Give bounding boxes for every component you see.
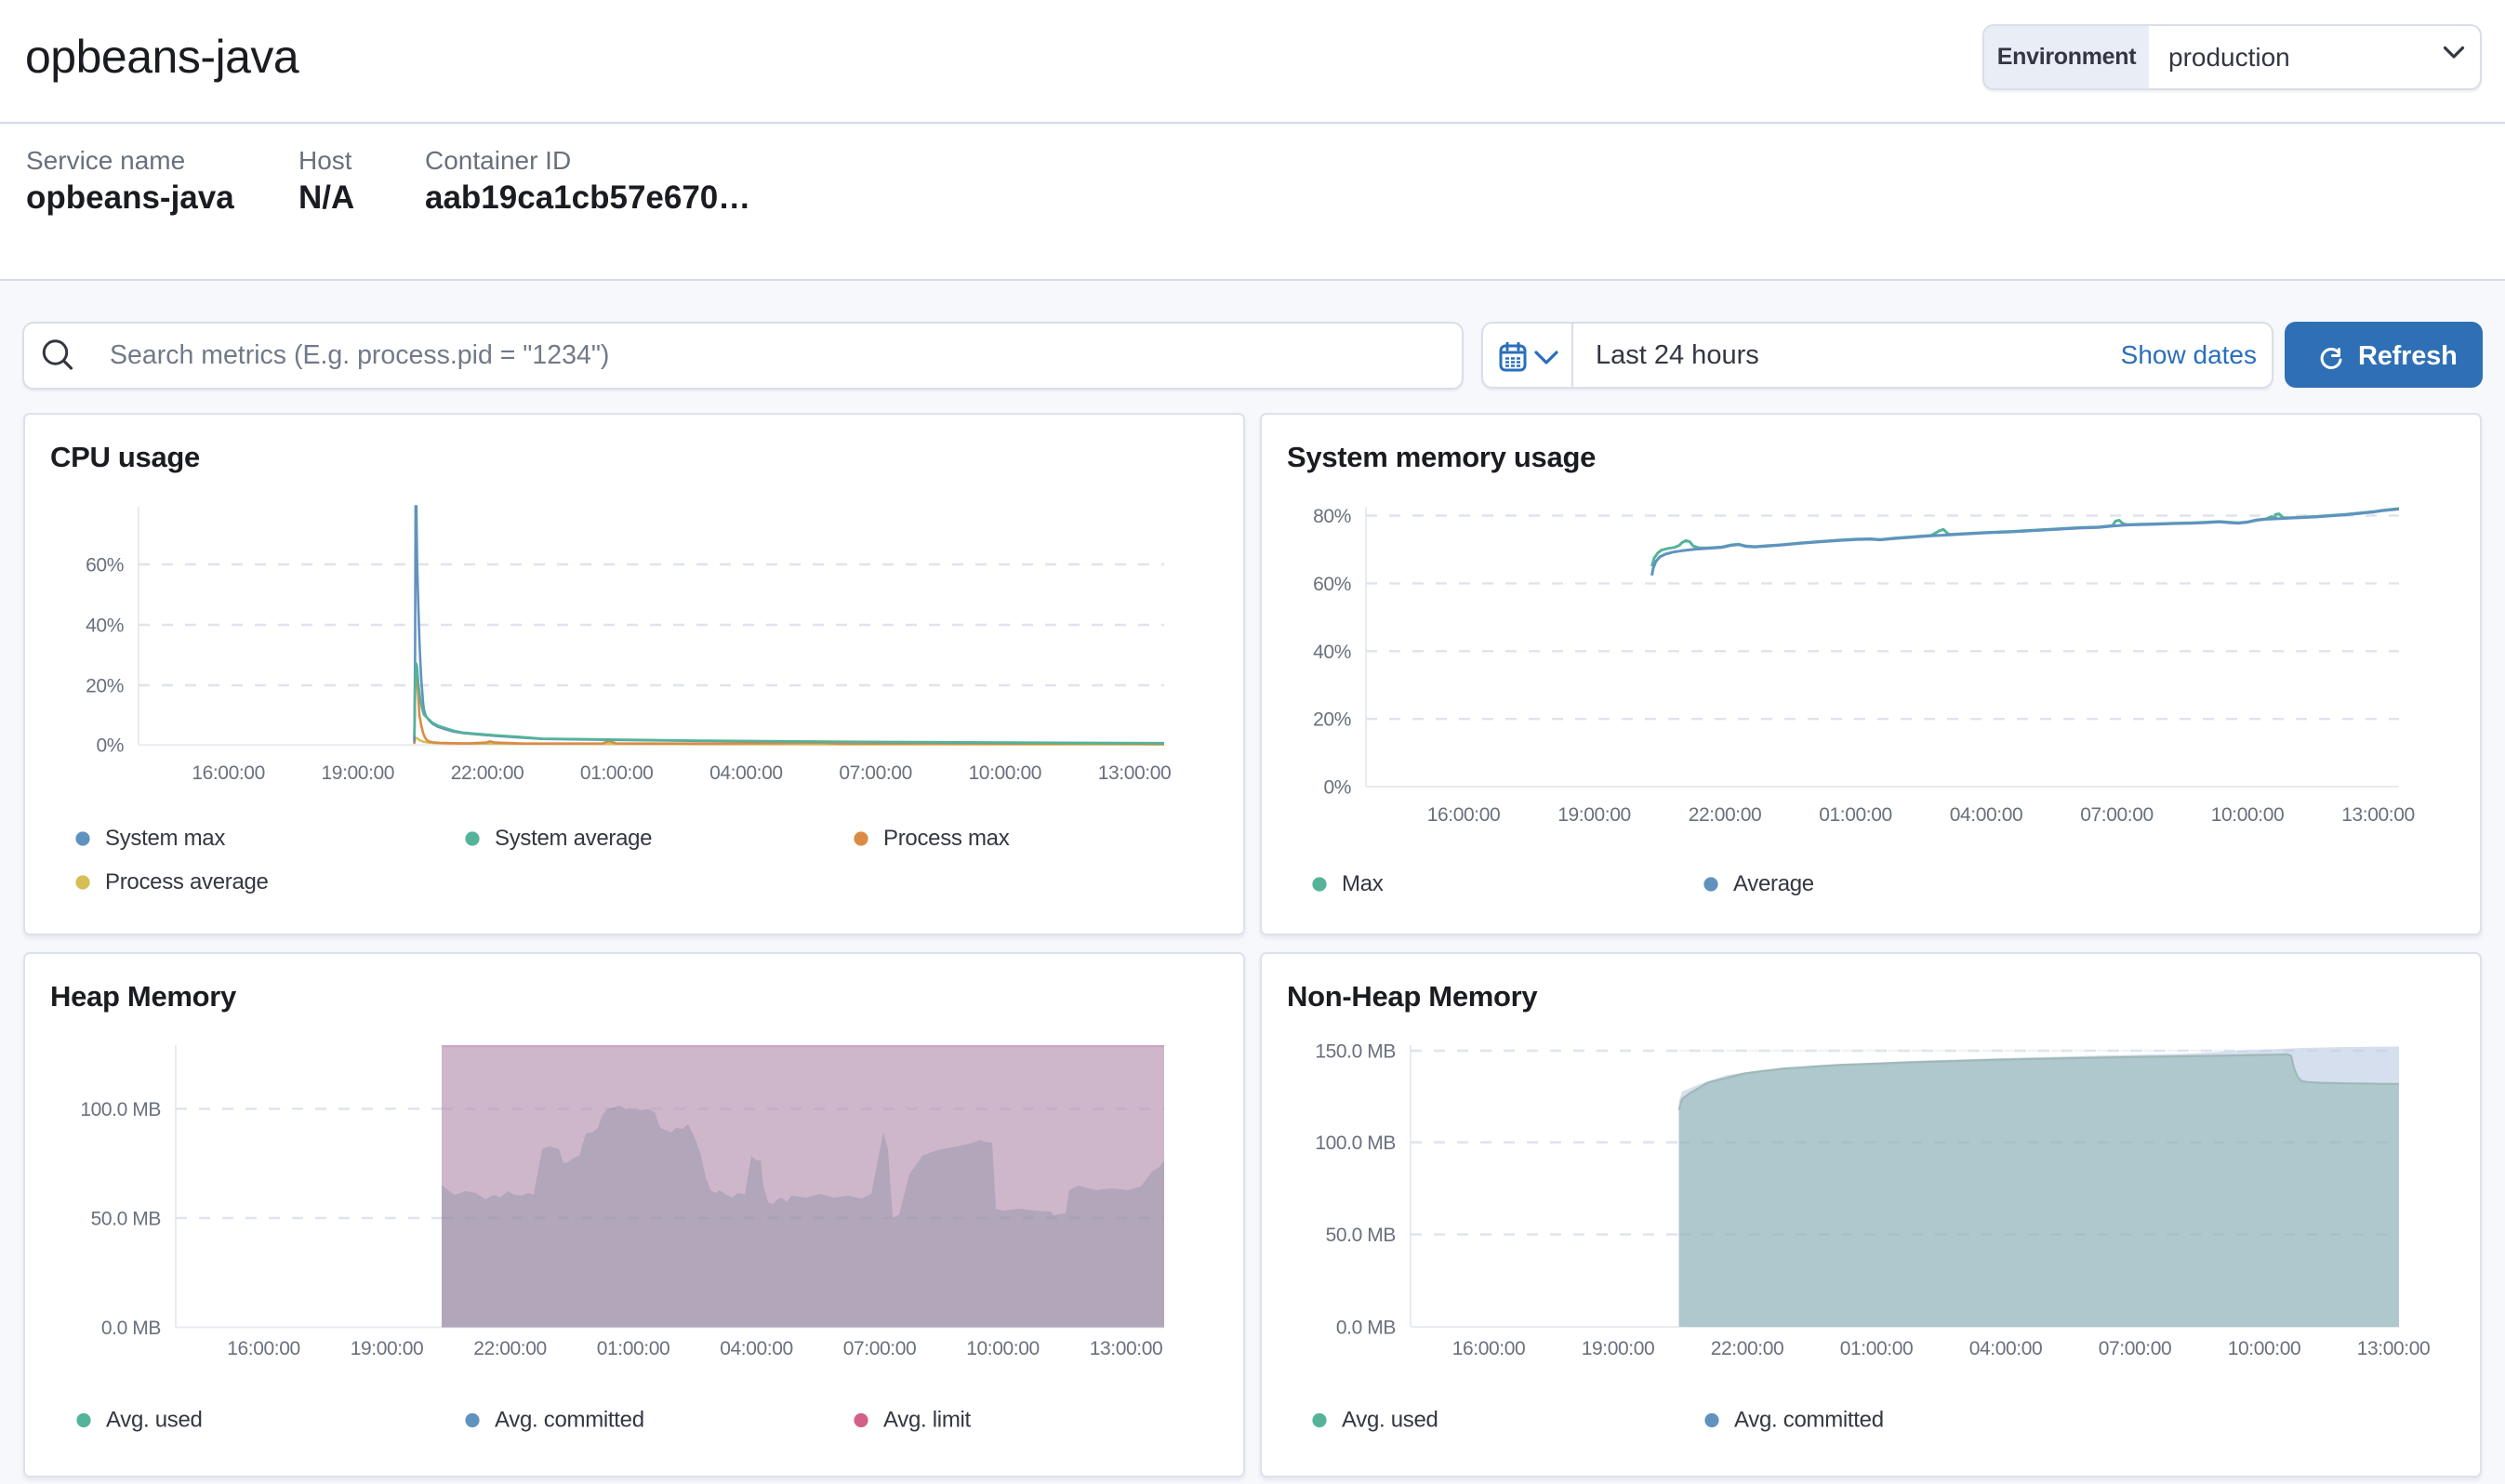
svg-text:19:00:00: 19:00:00 [1582, 1338, 1655, 1359]
svg-text:16:00:00: 16:00:00 [192, 762, 265, 784]
svg-text:40%: 40% [86, 616, 124, 637]
svg-text:40%: 40% [1313, 642, 1351, 663]
svg-text:10:00:00: 10:00:00 [2211, 804, 2285, 826]
svg-text:07:00:00: 07:00:00 [839, 762, 912, 784]
svg-text:13:00:00: 13:00:00 [1090, 1338, 1163, 1359]
svg-text:07:00:00: 07:00:00 [2099, 1338, 2172, 1359]
svg-text:10:00:00: 10:00:00 [2228, 1338, 2301, 1359]
svg-text:22:00:00: 22:00:00 [1689, 804, 1762, 826]
svg-text:Avg. limit: Avg. limit [883, 1407, 972, 1432]
svg-text:01:00:00: 01:00:00 [597, 1338, 670, 1359]
svg-text:Process average: Process average [105, 869, 269, 894]
svg-text:19:00:00: 19:00:00 [1557, 804, 1631, 826]
svg-text:16:00:00: 16:00:00 [1452, 1338, 1526, 1359]
svg-text:System average: System average [495, 826, 652, 851]
svg-text:System max: System max [105, 826, 225, 851]
svg-text:10:00:00: 10:00:00 [969, 762, 1042, 784]
svg-text:20%: 20% [1313, 709, 1351, 731]
svg-text:50.0 MB: 50.0 MB [1326, 1225, 1396, 1246]
svg-text:04:00:00: 04:00:00 [1950, 804, 2023, 826]
svg-text:60%: 60% [86, 555, 124, 576]
svg-text:22:00:00: 22:00:00 [451, 762, 524, 784]
svg-text:Max: Max [1342, 871, 1384, 896]
svg-text:Avg. used: Avg. used [106, 1407, 203, 1432]
svg-text:16:00:00: 16:00:00 [227, 1338, 300, 1359]
svg-text:50.0 MB: 50.0 MB [91, 1209, 161, 1230]
svg-text:19:00:00: 19:00:00 [322, 762, 395, 784]
svg-text:0.0 MB: 0.0 MB [101, 1318, 161, 1339]
svg-text:19:00:00: 19:00:00 [351, 1338, 424, 1359]
svg-text:22:00:00: 22:00:00 [1711, 1338, 1784, 1359]
svg-text:Process max: Process max [883, 826, 1010, 851]
svg-text:100.0 MB: 100.0 MB [80, 1099, 161, 1120]
svg-text:80%: 80% [1313, 506, 1351, 527]
svg-text:0.0 MB: 0.0 MB [1336, 1318, 1396, 1339]
svg-text:10:00:00: 10:00:00 [966, 1338, 1040, 1359]
svg-text:01:00:00: 01:00:00 [580, 762, 654, 784]
svg-text:04:00:00: 04:00:00 [720, 1338, 793, 1359]
svg-text:Avg. used: Avg. used [1342, 1407, 1438, 1432]
svg-text:Avg. committed: Avg. committed [1734, 1407, 1884, 1432]
svg-text:60%: 60% [1313, 574, 1351, 595]
svg-text:20%: 20% [86, 676, 124, 697]
svg-text:Avg. committed: Avg. committed [495, 1407, 644, 1432]
svg-text:0%: 0% [96, 735, 124, 757]
svg-text:04:00:00: 04:00:00 [1969, 1338, 2043, 1359]
svg-text:100.0 MB: 100.0 MB [1315, 1133, 1396, 1154]
svg-text:Average: Average [1733, 871, 1814, 896]
svg-text:13:00:00: 13:00:00 [1098, 762, 1172, 784]
svg-text:07:00:00: 07:00:00 [843, 1338, 917, 1359]
svg-text:150.0 MB: 150.0 MB [1315, 1041, 1396, 1063]
svg-text:07:00:00: 07:00:00 [2080, 804, 2154, 826]
svg-text:04:00:00: 04:00:00 [709, 762, 783, 784]
svg-text:13:00:00: 13:00:00 [2341, 804, 2415, 826]
svg-text:01:00:00: 01:00:00 [1840, 1338, 1914, 1359]
svg-text:13:00:00: 13:00:00 [2357, 1338, 2431, 1359]
svg-text:0%: 0% [1323, 777, 1351, 799]
svg-text:01:00:00: 01:00:00 [1819, 804, 1892, 826]
svg-text:22:00:00: 22:00:00 [473, 1338, 547, 1359]
svg-text:16:00:00: 16:00:00 [1427, 804, 1501, 826]
